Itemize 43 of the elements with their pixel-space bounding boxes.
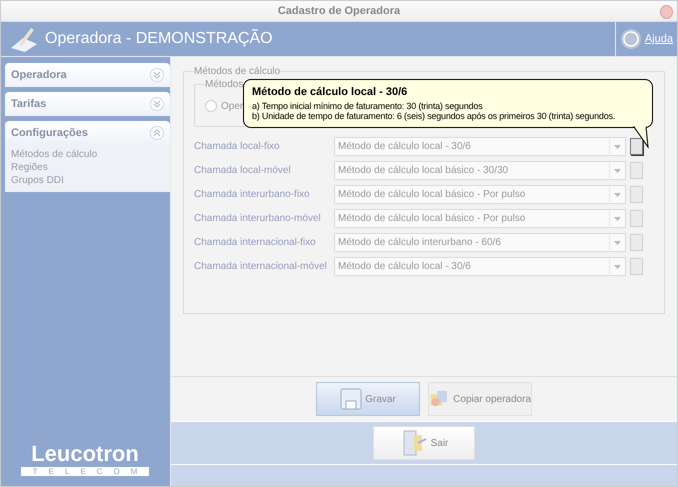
method-dropdown[interactable]: Método de cálculo local básico - 30/30 <box>334 161 626 180</box>
dropdown-arrow-icon <box>614 192 620 196</box>
tooltip-text: b) Unidade de tempo de faturamento: 6 (seis) segundos após os primeiros 30 (trinta) segundos. <box>252 111 616 121</box>
dropdown-arrow-icon <box>614 144 620 148</box>
field-label: Chamada local-fixo <box>194 141 281 152</box>
field-label: Chamada interurbano-móvel <box>194 213 322 224</box>
dropdown-arrow-icon <box>614 240 620 244</box>
logo-tagline: TELECOM <box>21 467 149 476</box>
document-icon[interactable] <box>630 138 643 155</box>
method-dropdown[interactable]: Método de cálculo local - 30/6 <box>334 257 626 276</box>
help-button[interactable]: Ajuda <box>614 22 677 56</box>
tooltip-title: Método de cálculo local - 30/6 <box>252 86 408 98</box>
method-dropdown[interactable]: Método de cálculo local básico - Por pulso <box>334 185 626 204</box>
radio-button[interactable] <box>205 100 217 112</box>
save-button[interactable]: Gravar <box>316 382 420 416</box>
exit-button[interactable]: Sair <box>373 426 475 460</box>
window-title: Cadastro de Operadora <box>278 5 400 17</box>
group-title: Métodos de cálculo <box>194 66 280 77</box>
dropdown-arrow-icon <box>614 216 620 220</box>
method-dropdown[interactable]: Método de cálculo local - 30/6 <box>334 137 626 156</box>
close-button[interactable] <box>660 5 673 19</box>
help-icon <box>620 28 642 50</box>
section-header[interactable]: Tarifas <box>5 92 170 116</box>
field-label: Chamada internacional-fixo <box>194 237 317 248</box>
sidebar-link[interactable]: Regiões <box>11 162 164 173</box>
tooltip-text: a) Tempo inicial mínimo de faturamento: 30 (trinta) segundos <box>252 101 484 111</box>
section-header[interactable]: Operadora <box>5 63 170 87</box>
sidebar-link[interactable]: Grupos DDI <box>11 175 164 186</box>
group-title: Métodos <box>205 79 244 90</box>
field-label: Chamada local-móvel <box>194 165 292 176</box>
method-dropdown[interactable]: Método de cálculo interurbano - 60/6 <box>334 233 626 252</box>
dropdown-arrow-icon <box>614 168 620 172</box>
sidebar-link[interactable]: Métodos de cálculo <box>11 149 164 160</box>
page-title: Operadora - DEMONSTRAÇÃO <box>45 30 274 48</box>
copy-button[interactable]: Copiar operadora <box>428 382 532 416</box>
radio-label: Oper <box>221 100 244 112</box>
section-header[interactable]: Configurações <box>5 121 170 145</box>
field-label: Chamada interurbano-fixo <box>194 189 311 200</box>
dropdown-arrow-icon <box>614 264 620 268</box>
logo-text: Leucotron <box>31 441 139 467</box>
pencil-icon <box>9 26 39 52</box>
method-dropdown[interactable]: Método de cálculo local básico - Por pulso <box>334 209 626 228</box>
field-label: Chamada internacional-móvel <box>194 261 328 272</box>
